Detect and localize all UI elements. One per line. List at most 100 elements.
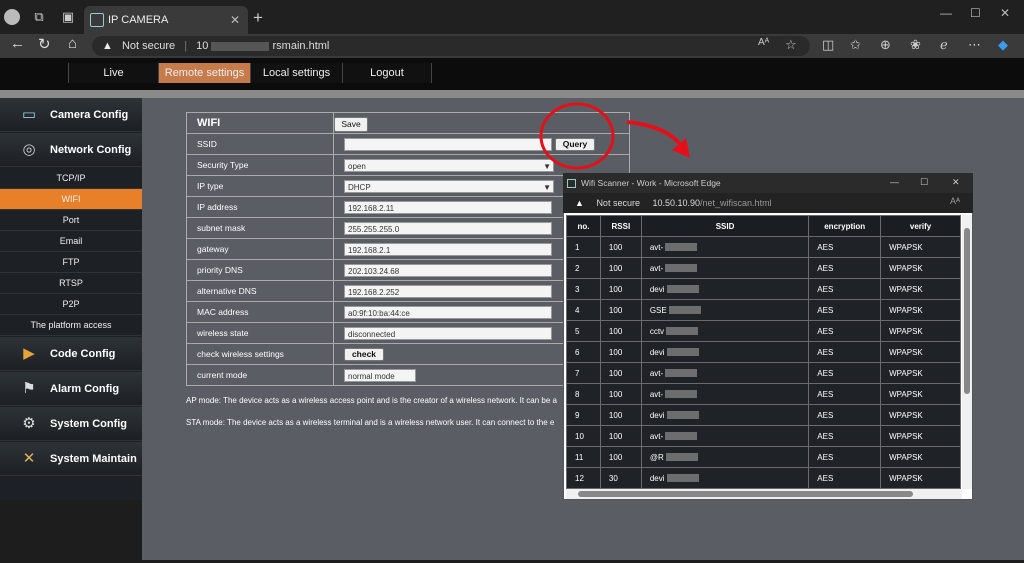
save-button[interactable]: Save (334, 117, 368, 132)
sidebar-item-port[interactable]: Port (0, 210, 142, 231)
alternative-dns-input[interactable]: 192.168.2.252 (344, 285, 552, 298)
sidebar-group-code-config[interactable]: ▶ Code Config (0, 337, 142, 371)
table-row[interactable]: 10 100 avt- AES WPAPSK (566, 425, 961, 447)
cell-ssid: cctv (640, 320, 810, 342)
scanner-address-bar[interactable]: ▲ Not secure 10.50.10.90/net_wifiscan.ht… (563, 193, 973, 213)
form-label: alternative DNS (197, 286, 257, 296)
nav-tab-remote-settings[interactable]: Remote settings (158, 63, 250, 83)
nav-tab-local-settings[interactable]: Local settings (250, 63, 342, 83)
nav-tab-live[interactable]: Live (68, 63, 158, 83)
ip-address-input[interactable]: 192.168.2.11 (344, 201, 552, 214)
sidebar-item-tcpip[interactable]: TCP/IP (0, 168, 142, 189)
form-label: IP type (197, 181, 224, 191)
minimize-window-icon[interactable]: — (940, 6, 952, 20)
cell-rssi: 100 (599, 299, 642, 321)
ip-type-select[interactable]: DHCP ▼ (344, 180, 554, 193)
cell-rssi-text: 100 (608, 431, 623, 441)
cell-ssid-text: cctv (649, 326, 665, 336)
subnet-mask-input[interactable]: 255.255.255.0 (344, 222, 552, 235)
scanner-read-aloud-icon[interactable]: Aᴬ (950, 196, 960, 206)
back-arrow-icon[interactable]: ← (10, 35, 25, 52)
read-aloud-icon[interactable]: Aᴬ (758, 37, 769, 48)
workspaces-icon[interactable]: ⧉ (31, 9, 47, 25)
table-row[interactable]: 12 30 devi AES WPAPSK (566, 467, 961, 489)
cell-no-text: 10 (575, 431, 584, 441)
security-status: Not secure (121, 40, 176, 52)
edge-icon[interactable]: ℯ (940, 37, 948, 53)
cell-rssi-text: 100 (608, 389, 623, 399)
security-type-select[interactable]: open ▼ (344, 159, 554, 172)
sidebar-group-camera-config[interactable]: ▭ Camera Config (0, 98, 142, 132)
table-row[interactable]: 1 100 avt- AES WPAPSK (566, 236, 961, 258)
address-bar[interactable]: ▲ Not secure | 10 rsmain.html (92, 36, 810, 56)
priority-dns-input[interactable]: 202.103.24.68 (344, 264, 552, 277)
refresh-icon[interactable]: ↻ (38, 35, 51, 53)
tab-title: IP CAMERA (108, 14, 169, 26)
cell-verify: WPAPSK (880, 425, 961, 447)
favorite-star-icon[interactable]: ☆ (785, 37, 797, 53)
close-tab-icon[interactable]: ✕ (230, 6, 240, 34)
mac-address-input[interactable]: a0:9f:10:ba:44:ce (344, 306, 552, 319)
sidebar-item-email[interactable]: Email (0, 231, 142, 252)
ssid-input[interactable] (344, 138, 552, 151)
table-row[interactable]: 6 100 devi AES WPAPSK (566, 341, 961, 363)
cell-ssid-text: avt- (649, 431, 664, 441)
cell-rssi-text: 100 (608, 326, 623, 336)
cell-encryption-text: AES (817, 368, 834, 378)
vertical-scroll-thumb[interactable] (964, 228, 970, 394)
table-row[interactable]: 8 100 avt- AES WPAPSK (566, 383, 961, 405)
maximize-window-icon[interactable]: ☐ (970, 6, 981, 20)
form-label: SSID (197, 139, 217, 149)
sidebar-group-alarm-config[interactable]: ⚑ Alarm Config (0, 372, 142, 406)
tab-actions-icon[interactable]: ▣ (60, 9, 76, 25)
select-value: open (348, 162, 366, 171)
close-window-icon[interactable]: ✕ (1000, 6, 1010, 20)
sidebar-group-network-config[interactable]: ◎ Network Config (0, 133, 142, 167)
sidebar-group-system-maintain[interactable]: ✕ System Maintain (0, 442, 142, 476)
scanner-title: Wifi Scanner - Work - Microsoft Edge (581, 178, 721, 188)
table-row[interactable]: 11 100 @R AES WPAPSK (566, 446, 961, 468)
browser-tab-ip-camera[interactable]: IP CAMERA ✕ (84, 6, 248, 34)
table-header-row: no. RSSI SSID encryption verify (566, 215, 961, 237)
cell-rssi: 100 (599, 446, 642, 468)
split-screen-icon[interactable]: ◫ (822, 37, 834, 53)
sidebar-item-rtsp[interactable]: RTSP (0, 273, 142, 294)
cell-verify-text: WPAPSK (889, 326, 923, 336)
copilot-icon[interactable]: ◆ (998, 37, 1008, 53)
redacted-ssid (665, 390, 698, 399)
sidebar-item-platform-access[interactable]: The platform access (0, 315, 142, 336)
table-row[interactable]: 7 100 avt- AES WPAPSK (566, 362, 961, 384)
table-row[interactable]: 4 100 GSE AES WPAPSK (566, 299, 961, 321)
home-icon[interactable]: ⌂ (68, 35, 77, 52)
check-button[interactable]: check (344, 348, 384, 361)
sidebar-item-p2p[interactable]: P2P (0, 294, 142, 315)
table-row[interactable]: 5 100 cctv AES WPAPSK (566, 320, 961, 342)
horizontal-scroll-thumb[interactable] (578, 491, 913, 497)
sidebar-item-ftp[interactable]: FTP (0, 252, 142, 273)
cell-verify-text: WPAPSK (889, 347, 923, 357)
url-prefix: 10 (196, 40, 209, 52)
more-menu-icon[interactable]: ⋯ (968, 37, 981, 53)
sidebar-group-label: Alarm Config (50, 383, 120, 395)
new-tab-icon[interactable]: + (253, 8, 263, 28)
cell-verify-text: WPAPSK (889, 410, 923, 420)
gateway-input[interactable]: 192.168.2.1 (344, 243, 552, 256)
profile-avatar-icon[interactable] (4, 9, 20, 25)
scanner-close-icon[interactable]: ✕ (952, 177, 960, 188)
scanner-minimize-icon[interactable]: — (890, 177, 899, 187)
collections-icon[interactable]: ⊕ (880, 37, 891, 53)
cell-ssid-text: @R (649, 452, 664, 462)
favorites-icon[interactable]: ✩ (850, 37, 861, 53)
cell-encryption: AES (808, 320, 882, 342)
table-row[interactable]: 9 100 devi AES WPAPSK (566, 404, 961, 426)
performance-icon[interactable]: ❀ (910, 37, 921, 53)
cell-encryption: AES (808, 278, 882, 300)
scanner-maximize-icon[interactable]: ☐ (920, 177, 928, 188)
redacted-ssid (666, 348, 699, 357)
sidebar-group-system-config[interactable]: ⚙ System Config (0, 407, 142, 441)
table-row[interactable]: 3 100 devi AES WPAPSK (566, 278, 961, 300)
nav-tab-logout[interactable]: Logout (342, 63, 432, 83)
table-row[interactable]: 2 100 avt- AES WPAPSK (566, 257, 961, 279)
sidebar-item-wifi[interactable]: WIFI (0, 189, 142, 210)
form-label: subnet mask (197, 223, 246, 233)
